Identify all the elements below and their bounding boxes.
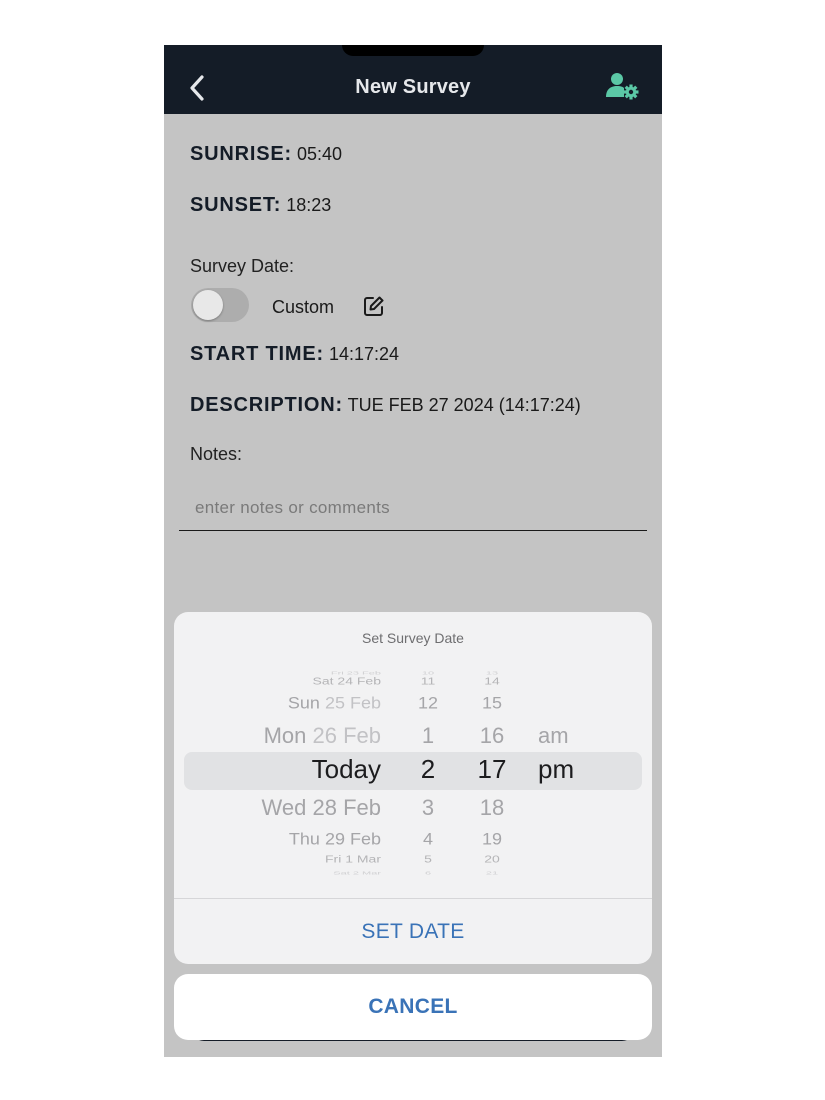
- date-option-weekday: Fri: [324, 853, 342, 865]
- hour-option[interactable]: 5: [396, 854, 460, 864]
- description-label: DESCRIPTION:: [190, 394, 343, 416]
- date-option[interactable]: Thu 29 Feb: [184, 831, 381, 847]
- date-option-date: 24 Feb: [337, 675, 381, 687]
- sunset-row: SUNSET: 18:23: [190, 194, 331, 217]
- picker-title: Set Survey Date: [362, 630, 464, 646]
- set-date-button[interactable]: SET DATE: [174, 899, 652, 964]
- device-notch: [342, 45, 484, 56]
- hour-option[interactable]: 6: [396, 871, 460, 876]
- date-option-date: Today: [311, 754, 381, 784]
- edit-icon: [364, 296, 384, 316]
- ampm-option[interactable]: pm: [538, 756, 608, 782]
- sunrise-value: 05:40: [296, 144, 343, 164]
- nav-header: New Survey: [164, 45, 662, 114]
- date-option-weekday: Wed: [261, 795, 307, 820]
- date-option-weekday: Sat: [333, 870, 350, 876]
- date-option[interactable]: Sat 2 Mar: [184, 871, 381, 876]
- toggle-knob: [193, 290, 223, 320]
- page-title: New Survey: [355, 76, 471, 98]
- date-option-date: 26 Feb: [312, 723, 382, 748]
- hour-wheel-column[interactable]: 10 11 12 1 2 3 4 5 6: [396, 666, 460, 876]
- minute-option[interactable]: 20: [460, 854, 524, 864]
- description-row: DESCRIPTION: TUE FEB 27 2024 (14:17:24): [190, 394, 581, 417]
- date-option-date: 25 Feb: [324, 694, 381, 712]
- minute-option[interactable]: 18: [460, 797, 524, 819]
- date-time-wheel[interactable]: Fri 23 Feb Sat 24 Feb Sun 25 Feb Mon 26 Feb…: [174, 666, 652, 876]
- minute-option[interactable]: 19: [460, 831, 524, 847]
- cancel-button[interactable]: CANCEL: [174, 974, 652, 1040]
- start-time-row: START TIME: 14:17:24: [190, 343, 399, 366]
- hour-option[interactable]: 11: [396, 676, 460, 686]
- description-value: TUE FEB 27 2024 (14:17:24): [347, 395, 581, 415]
- sunset-value: 18:23: [286, 195, 332, 215]
- date-option-weekday: Thu: [288, 830, 320, 848]
- date-option-weekday: Sat: [312, 675, 334, 687]
- hour-option[interactable]: 4: [396, 831, 460, 847]
- survey-date-label: Survey Date:: [190, 256, 295, 276]
- minute-option[interactable]: 21: [460, 871, 524, 876]
- date-option[interactable]: Fri 1 Mar: [184, 854, 381, 864]
- date-option-weekday: Sun: [287, 694, 320, 712]
- date-option[interactable]: Today: [184, 756, 381, 782]
- minute-option[interactable]: 16: [460, 725, 524, 747]
- date-option-date: 29 Feb: [324, 830, 381, 848]
- hour-option[interactable]: 12: [396, 695, 460, 711]
- hour-option[interactable]: 3: [396, 797, 460, 819]
- date-option-date: 28 Feb: [312, 795, 382, 820]
- minute-option[interactable]: 14: [460, 676, 524, 686]
- sunrise-label: SUNRISE:: [190, 143, 292, 165]
- date-wheel-column[interactable]: Fri 23 Feb Sat 24 Feb Sun 25 Feb Mon 26 Feb…: [184, 666, 381, 876]
- notes-label: Notes:: [190, 444, 243, 464]
- date-option[interactable]: Sun 25 Feb: [184, 695, 381, 711]
- minute-option[interactable]: 17: [460, 756, 524, 782]
- edit-date-button[interactable]: [363, 295, 385, 317]
- date-option-date: 2 Mar: [352, 870, 381, 876]
- minute-option[interactable]: 15: [460, 695, 524, 711]
- hour-option[interactable]: 2: [396, 756, 460, 782]
- user-gear-icon: [606, 73, 639, 100]
- sunset-label: SUNSET:: [190, 194, 282, 216]
- date-option-date: 1 Mar: [345, 853, 381, 865]
- date-option[interactable]: Sat 24 Feb: [184, 675, 382, 687]
- date-option[interactable]: Wed 28 Feb: [184, 797, 381, 819]
- ampm-option[interactable]: am: [538, 725, 608, 747]
- hour-option[interactable]: 1: [396, 725, 460, 747]
- phone-screen: New Survey SUNRISE: 05:40 SUNSET: 18:23 …: [164, 45, 662, 1057]
- start-time-label: START TIME:: [190, 343, 324, 365]
- notes-input[interactable]: [179, 485, 647, 531]
- date-picker-sheet: Set Survey Date Fri 23 Feb Sat 24 Feb Sun …: [174, 612, 652, 964]
- date-option-weekday: Mon: [263, 723, 307, 748]
- date-option[interactable]: Mon 26 Feb: [184, 725, 381, 747]
- minute-wheel-column[interactable]: 13 14 15 16 17 18 19 20 21: [460, 666, 524, 876]
- custom-date-toggle[interactable]: [191, 288, 249, 322]
- sunrise-row: SUNRISE: 05:40: [190, 143, 342, 166]
- user-settings-button[interactable]: [606, 71, 640, 101]
- custom-label: Custom: [272, 297, 335, 317]
- start-time-value: 14:17:24: [328, 344, 400, 364]
- ampm-wheel-column[interactable]: am pm: [538, 666, 608, 876]
